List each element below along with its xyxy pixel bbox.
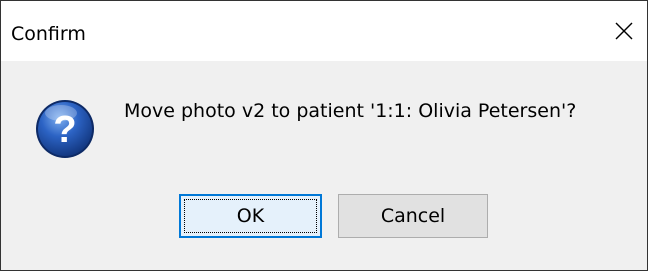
cancel-button[interactable]: Cancel	[338, 194, 488, 238]
title-bar[interactable]: Confirm	[1, 1, 647, 61]
svg-text:?: ?	[53, 109, 76, 151]
confirm-dialog: Confirm ? Move photo v2 to patient '1:1:…	[0, 0, 648, 271]
cancel-button-label: Cancel	[380, 205, 446, 227]
close-button[interactable]	[601, 1, 647, 61]
focus-indicator	[184, 199, 317, 233]
ok-button[interactable]: OK	[179, 194, 322, 238]
close-icon	[615, 22, 633, 40]
window-title: Confirm	[11, 23, 86, 45]
confirm-message: Move photo v2 to patient '1:1: Olivia Pe…	[124, 100, 577, 122]
question-icon: ?	[36, 100, 94, 158]
dialog-body: ? Move photo v2 to patient '1:1: Olivia …	[1, 61, 647, 270]
